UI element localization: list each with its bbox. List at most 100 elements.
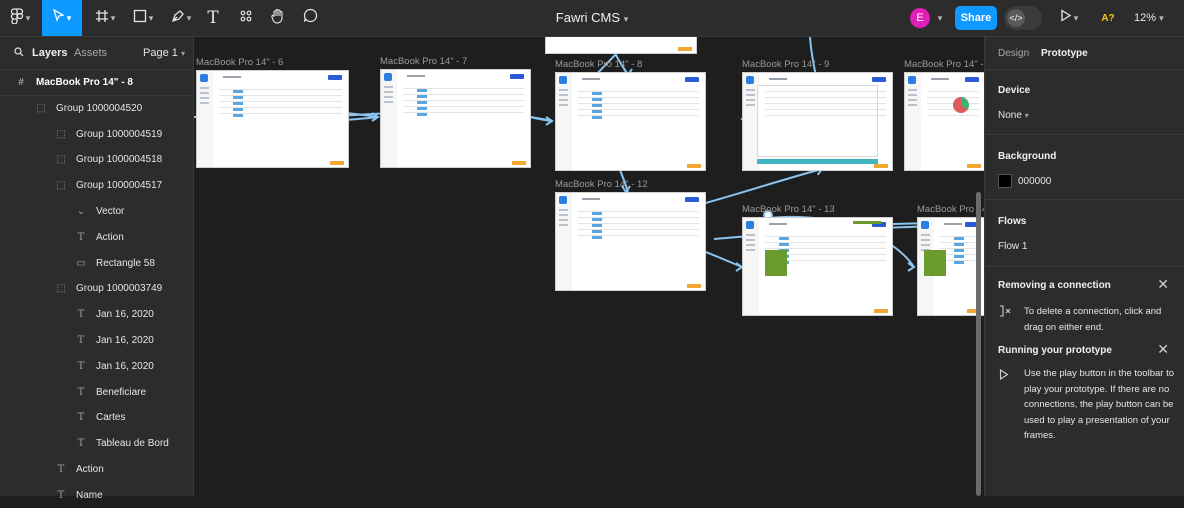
group-icon: ⬚ <box>36 102 46 114</box>
removing-connection-title: Removing a connection <box>998 280 1111 291</box>
frame-cell-highlight <box>417 107 427 110</box>
file-name[interactable]: Fawri CMS ▾ <box>556 10 628 25</box>
layer-row-selected-frame[interactable]: # MacBook Pro 14" - 8 <box>0 70 207 96</box>
hand-tool-button[interactable] <box>266 0 290 36</box>
frame-nav-item <box>908 99 917 101</box>
page-selector[interactable]: Page 1 ▾ <box>143 47 185 59</box>
frame-partial-top[interactable] <box>545 37 697 54</box>
frame-sidebar <box>197 71 213 167</box>
frame-nav-item <box>746 99 755 101</box>
frame-thumbnail[interactable] <box>555 72 706 171</box>
frame-modal <box>757 85 878 157</box>
group-icon: ⬚ <box>56 128 66 140</box>
frame-nav-item <box>921 244 930 246</box>
frame-heading <box>944 223 962 225</box>
layer-label: Cartes <box>96 412 126 424</box>
present-button[interactable]: ▾ <box>1058 0 1080 36</box>
text-tool-button[interactable]: T <box>202 0 224 36</box>
main-menu-button[interactable]: ▾ <box>0 0 40 36</box>
frame-header-button <box>510 74 524 79</box>
frame-cell-highlight <box>954 249 964 252</box>
move-tool-button[interactable]: ▾ <box>42 0 82 36</box>
frame-nav-item <box>559 219 568 221</box>
disconnect-icon <box>999 304 1013 321</box>
frame-cell-highlight <box>954 243 964 246</box>
flow-item[interactable]: Flow 1 <box>998 241 1027 252</box>
frame-tool-button[interactable]: ▾ <box>88 0 122 36</box>
layers-panel-tabs: Layers Assets Page 1 ▾ <box>0 37 193 70</box>
canvas-scrollbar[interactable] <box>976 192 981 496</box>
shape-tool-button[interactable]: ▾ <box>126 0 160 36</box>
layer-row[interactable]: ⬚ Group 1000004520 <box>0 96 227 121</box>
frame-label[interactable]: MacBook Pro 14" - 9 <box>742 59 829 70</box>
frame-heading <box>769 223 787 225</box>
frame-thumbnail[interactable] <box>917 217 984 316</box>
chevron-down-icon: ▾ <box>180 49 185 58</box>
share-button[interactable]: Share <box>955 6 997 30</box>
chevron-down-icon: ▾ <box>25 12 31 23</box>
text-icon: T <box>77 335 85 346</box>
frame-label[interactable]: MacBook Pro 14" - 7 <box>380 56 467 67</box>
resources-button[interactable] <box>234 0 258 36</box>
frame-thumbnail[interactable] <box>742 72 893 171</box>
text-icon: T <box>57 464 65 475</box>
close-icon[interactable]: ✕ <box>1157 276 1169 293</box>
hand-tool-icon <box>271 8 285 29</box>
tab-layers[interactable]: Layers <box>32 47 67 59</box>
frame-label[interactable]: MacBook Pro 14" - 12 <box>555 179 648 190</box>
frame-thumbnail[interactable] <box>196 70 349 168</box>
close-icon[interactable]: ✕ <box>1157 341 1169 358</box>
avatar[interactable]: E <box>910 8 930 28</box>
frame-sidebar <box>743 218 759 315</box>
code-icon: </> <box>1007 9 1025 27</box>
missing-fonts-indicator[interactable]: A? <box>1098 0 1118 36</box>
canvas[interactable]: MacBook Pro 14" - 6 MacBook Pro 14" - 7 Ma… <box>194 37 984 496</box>
frame-thumbnail[interactable] <box>555 192 706 291</box>
layer-label: MacBook Pro 14" - 8 <box>36 77 133 88</box>
frame-button <box>967 164 981 168</box>
frame-sidebar <box>556 73 572 170</box>
move-tool-icon <box>52 8 65 28</box>
frame-label[interactable]: MacBook Pro 14" - 13 <box>742 204 835 215</box>
frame-nav-item <box>908 89 917 91</box>
frame-header-button <box>872 77 886 82</box>
tab-assets[interactable]: Assets <box>74 47 107 59</box>
zoom-menu[interactable]: 12% ▾ <box>1134 0 1164 36</box>
chevron-down-icon: ▾ <box>186 12 192 23</box>
comment-tool-button[interactable] <box>298 0 322 36</box>
frame-button <box>678 47 692 51</box>
frame-label[interactable]: MacBook Pro 14" - 8 <box>555 59 642 70</box>
background-hex-input[interactable]: 000000 <box>1018 176 1051 187</box>
multiplayer-chevron-icon[interactable]: ▾ <box>934 0 946 36</box>
running-prototype-tip: Running your prototype ✕ Use the play bu… <box>985 333 1184 443</box>
frame-thumbnail[interactable] <box>380 69 531 168</box>
device-value: None <box>998 110 1022 121</box>
search-layers-icon[interactable] <box>14 47 24 60</box>
frame-thumbnail[interactable] <box>904 72 984 171</box>
frame-nav-item <box>921 234 930 236</box>
page-selector-label: Page 1 <box>143 47 178 59</box>
tab-prototype[interactable]: Prototype <box>1041 48 1088 59</box>
frame-label[interactable]: MacBook Pro 14" - 6 <box>196 57 283 68</box>
frame-cell-highlight <box>592 98 602 101</box>
frame-label[interactable]: MacBook Pro 14" - 14 <box>917 204 984 215</box>
frame-label[interactable]: MacBook Pro 14" - 10 <box>904 59 984 70</box>
frame-thumbnail[interactable] <box>742 217 893 316</box>
layers-panel: Layers Assets Page 1 ▾ # MacBook Pro 14" … <box>0 37 207 501</box>
dev-mode-toggle[interactable]: </> <box>1004 6 1042 30</box>
pen-tool-button[interactable]: ▾ <box>164 0 198 36</box>
frame-cell-highlight <box>592 230 602 233</box>
tab-design[interactable]: Design <box>998 48 1029 59</box>
text-icon: T <box>77 231 85 243</box>
frame-cell-highlight <box>592 92 602 95</box>
frame-cell-highlight <box>779 237 789 240</box>
frame-nav-item <box>921 239 930 241</box>
shape-tool-icon <box>133 9 147 28</box>
background-section: Background 000000 <box>985 135 1184 200</box>
device-select[interactable]: None ▾ <box>998 110 1029 121</box>
background-color-swatch[interactable] <box>998 174 1012 188</box>
frame-heading <box>582 198 600 200</box>
frame-cell-highlight <box>592 110 602 113</box>
frame-cell-highlight <box>592 116 602 119</box>
text-icon: T <box>77 412 85 424</box>
